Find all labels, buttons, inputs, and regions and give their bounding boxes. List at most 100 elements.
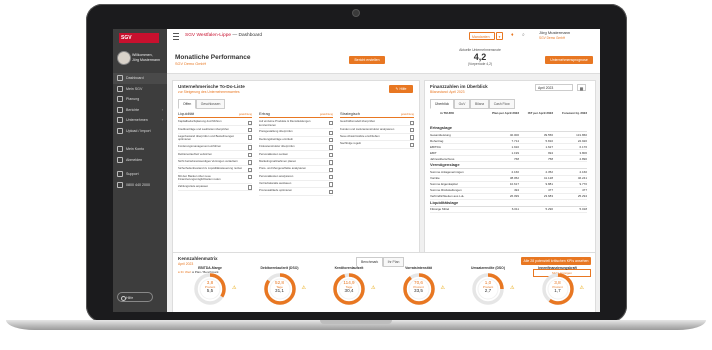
todo-item-text: Sicherheitenbestand zu Liquiditätssteuer… xyxy=(178,166,243,171)
kpi-name: Debitorenlaufzeit (DSO) xyxy=(260,266,299,270)
sidebar-item-7[interactable]: Abmelden xyxy=(113,155,167,166)
kpi-title: Kennzahlenmatrix xyxy=(178,256,218,261)
bell-icon[interactable]: ♦ xyxy=(511,32,514,38)
kpi-name: Kreditorenlaufzeit xyxy=(334,266,364,270)
logo[interactable]: SGV xyxy=(119,33,159,43)
todo-item: Kapitalbedarfsplanung durchführen xyxy=(178,119,252,127)
todo-item-text: Kreditverträge und Laufzeiten überprüfen xyxy=(178,126,229,131)
row-label: Vorräte xyxy=(430,176,440,181)
checkbox[interactable] xyxy=(328,152,333,158)
sidebar-item-label: Unternehmen xyxy=(126,118,148,123)
menu-icon[interactable] xyxy=(173,33,179,40)
kpi-name: EBITDA-Marge xyxy=(198,266,222,270)
todo-tabs: Offen Geschlossen xyxy=(178,99,226,109)
help-button[interactable]: Hilfe xyxy=(117,292,153,302)
checkbox[interactable] xyxy=(328,167,333,172)
create-report-button[interactable]: Bericht erstellen xyxy=(349,56,385,64)
todo-item: Kunden und Lieferantenstruktur analysier… xyxy=(340,126,414,134)
finance-section-title: Vermögenslage xyxy=(430,162,587,170)
todo-column-name: Liquidität xyxy=(178,111,195,116)
sidebar-item-9[interactable]: 0800 440 2000 xyxy=(113,180,167,191)
sidebar-item-label: Planung xyxy=(126,97,140,102)
laptop-frame: SGV Willkommen, Jörg Mustermann Dashboar… xyxy=(0,0,712,350)
phone-icon xyxy=(117,181,123,188)
kpi-bench-value: 5,5 xyxy=(206,288,214,293)
score-previous: (Vorperiode 4,2) xyxy=(467,62,493,66)
sidebar-item-0[interactable]: Dashboard xyxy=(113,73,167,84)
forecast-button[interactable]: Unternehmensprognose xyxy=(545,56,593,64)
checkbox[interactable] xyxy=(409,120,414,125)
checkbox[interactable] xyxy=(328,182,333,187)
finance-tab-3[interactable]: Cash Flow xyxy=(488,99,515,109)
checkbox[interactable] xyxy=(328,174,333,180)
todo-help-button[interactable]: ✎ Hilfe xyxy=(389,85,413,93)
checkbox[interactable] xyxy=(328,160,333,165)
checkbox[interactable] xyxy=(328,120,333,125)
gauge-text: 52,8 Tage 31,1 xyxy=(263,280,297,293)
sidebar-item-5[interactable]: Upload / Import xyxy=(113,126,167,137)
checkbox[interactable] xyxy=(247,135,252,140)
checkbox[interactable] xyxy=(247,160,252,165)
todo-tab-1[interactable]: Geschlossen xyxy=(195,99,226,109)
sidebar-item-label: Dashboard xyxy=(126,76,144,81)
kpi-gauge: 3,8 Prozent 1,7 xyxy=(541,272,575,306)
checkbox[interactable] xyxy=(328,130,333,136)
sidebar-item-1[interactable]: Mein SGV xyxy=(113,84,167,95)
row-value: 26.099 xyxy=(509,194,519,199)
todo-item-text: Auf einzelne Produkte & Dienstleistungen… xyxy=(259,119,311,127)
finance-tab-2[interactable]: Bilanz xyxy=(469,99,490,109)
home-icon xyxy=(117,75,123,82)
warning-icon: ⚠ xyxy=(232,285,237,291)
sidebar-item-2[interactable]: Planung xyxy=(113,94,167,105)
row-value: 7.714 xyxy=(511,138,519,143)
checkbox[interactable] xyxy=(247,174,252,180)
kpi-bench-value: 31,1 xyxy=(275,288,284,293)
checkbox[interactable] xyxy=(409,135,414,140)
building-icon xyxy=(117,117,123,124)
row-value: 22.920 xyxy=(577,138,587,143)
critical-kpis-button[interactable]: Alle 28 potenziell kritischen KPIs anseh… xyxy=(521,257,591,265)
avatar xyxy=(117,51,131,65)
checkbox[interactable] xyxy=(409,127,414,133)
sidebar-item-label: Abmelden xyxy=(126,157,143,162)
row-value: 25.294 xyxy=(577,194,587,199)
checkbox[interactable] xyxy=(328,138,333,143)
chart-icon xyxy=(117,96,123,103)
finance-tab-0[interactable]: Überblick xyxy=(430,99,455,109)
checkbox[interactable] xyxy=(328,145,333,150)
checkbox[interactable] xyxy=(247,167,252,172)
todo-item: Geschäftsmodell überprüfen xyxy=(340,119,414,127)
row-value: 6.011 xyxy=(511,207,519,212)
sidebar-item-3[interactable]: Berichte › xyxy=(113,105,167,116)
row-value: 46.241 xyxy=(577,176,587,181)
finance-tabs: Überblick GuV Bilanz Cash Flow xyxy=(430,99,515,109)
todo-column-0: Liquidität gewichtung Kapitalbedarfsplanun… xyxy=(178,111,252,191)
mandant-select[interactable]: Mandanten xyxy=(469,32,495,40)
row-value: 1.910 xyxy=(511,144,519,149)
todo-tab-0[interactable]: Offen xyxy=(178,99,197,109)
row-value: 477 xyxy=(581,188,587,193)
sidebar-item-8[interactable]: Support xyxy=(113,169,167,180)
grid-icon[interactable]: ▦ xyxy=(577,84,586,91)
row-value: 131.860 xyxy=(576,132,587,137)
top-user[interactable]: Jörg Mustermann SGV Demo GmbH xyxy=(539,30,570,40)
todo-item: Mit den Banken über neue Finanzierungsmö… xyxy=(178,173,252,184)
checkbox[interactable] xyxy=(247,127,252,133)
todo-item: Prozessabläufe optimieren xyxy=(259,188,333,196)
sidebar-item-6[interactable]: Mein Konto xyxy=(113,144,167,155)
checkbox[interactable] xyxy=(328,189,333,195)
checkbox[interactable] xyxy=(247,152,252,158)
checkbox[interactable] xyxy=(247,120,252,125)
chevron-down-icon[interactable]: ▾ xyxy=(496,32,503,40)
sidebar-item-4[interactable]: Unternehmen › xyxy=(113,115,167,126)
period-select[interactable]: April 2023 xyxy=(535,84,573,91)
checkbox[interactable] xyxy=(409,142,414,148)
finance-column-head: Forecast Gj. 2023 xyxy=(562,111,587,115)
checkbox[interactable] xyxy=(247,185,252,190)
kpi-gauge: 70,6 Prozent 33,5 xyxy=(402,272,436,306)
search-icon[interactable]: ⌕ xyxy=(522,32,525,38)
gauge-text: 3,8 Prozent 5,5 xyxy=(193,280,227,293)
todo-item: Marketingmaßnahmen planen xyxy=(259,159,333,167)
checkbox[interactable] xyxy=(247,145,252,150)
finance-tab-1[interactable]: GuV xyxy=(453,99,471,109)
